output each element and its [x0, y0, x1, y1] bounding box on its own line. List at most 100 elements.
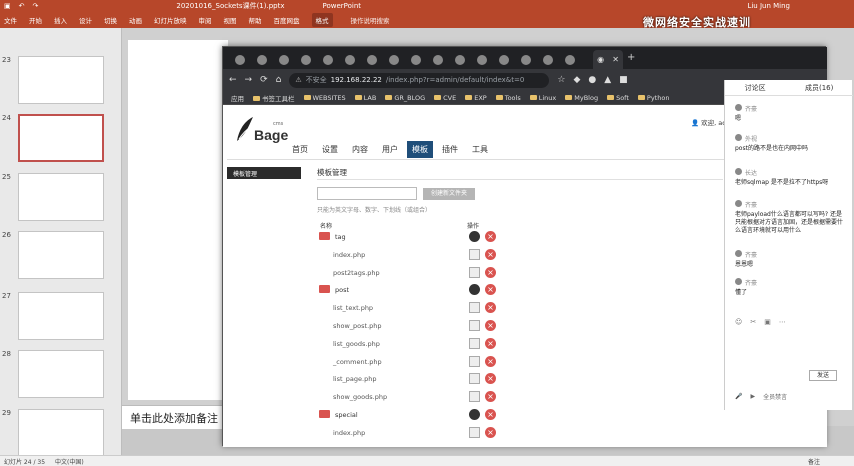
bookmark-folder[interactable]: WEBSITES [304, 94, 346, 102]
nav-item-templates[interactable]: 模板 [407, 141, 433, 158]
delete-icon[interactable]: × [485, 320, 496, 331]
mute-all-label[interactable]: 全员禁言 [763, 392, 787, 401]
ribbon-search[interactable]: 操作说明搜索 [351, 15, 390, 25]
delete-icon[interactable]: × [485, 302, 496, 314]
bookmark-folder[interactable]: CVE [434, 94, 456, 102]
home-icon[interactable]: ⌂ [276, 75, 282, 85]
bookmark-folder[interactable]: Linux [530, 94, 557, 102]
notes-pane[interactable]: 单击此处添加备注 [122, 405, 222, 429]
delete-icon[interactable]: × [485, 248, 496, 260]
bookmark-folder[interactable]: MyBlog [565, 94, 598, 102]
browser-tab[interactable] [539, 51, 557, 69]
ribbon-tab-active[interactable]: 格式 [311, 13, 333, 27]
folder-name-input[interactable] [317, 187, 417, 200]
ribbon-tab[interactable]: 动画 [129, 15, 142, 25]
tab-close-icon[interactable]: ✕ [612, 55, 619, 64]
sidebar-item-template-manage[interactable]: 模板管理 [227, 167, 301, 179]
file-name[interactable]: _comment.php [333, 358, 382, 366]
bookmark-folder[interactable]: LAB [355, 94, 377, 102]
browser-tab[interactable] [473, 51, 491, 69]
file-name[interactable]: index.php [333, 251, 365, 259]
browser-tab[interactable] [407, 51, 425, 69]
file-name[interactable]: show_post.php [333, 322, 382, 330]
slide-thumbnail[interactable] [18, 173, 104, 221]
mic-icon[interactable]: 🎤 [735, 393, 742, 400]
file-name[interactable]: list_page.php [333, 375, 376, 383]
ribbon-tab[interactable]: 幻灯片放映 [154, 15, 187, 25]
nav-item-users[interactable]: 用户 [377, 141, 403, 158]
extension-icon[interactable]: ● [588, 75, 596, 85]
extension-icon[interactable]: ◆ [573, 75, 580, 85]
tab-discussion[interactable]: 讨论区 [745, 83, 766, 93]
browser-tab[interactable] [495, 51, 513, 69]
nav-item-settings[interactable]: 设置 [317, 141, 343, 158]
browser-tab[interactable] [561, 51, 579, 69]
bookmark-folder[interactable]: GR_BLOG [385, 94, 425, 102]
slide-thumbnail[interactable] [18, 409, 104, 457]
delete-icon[interactable]: × [485, 231, 496, 242]
bookmark-folder[interactable]: Tools [496, 94, 521, 102]
delete-icon[interactable]: × [485, 409, 496, 420]
edit-file-icon[interactable] [469, 266, 480, 278]
ribbon-tab[interactable]: 帮助 [249, 15, 262, 25]
address-bar[interactable]: ⚠ 不安全 192.168.22.22/index.php?r=admin/de… [289, 72, 550, 88]
scissors-icon[interactable]: ✂ [750, 318, 756, 326]
file-name[interactable]: list_text.php [333, 304, 373, 312]
slide-canvas[interactable] [128, 40, 228, 400]
slide-thumbnail[interactable] [18, 350, 104, 398]
slide-thumbnail[interactable] [18, 56, 104, 104]
add-file-icon[interactable] [469, 284, 480, 296]
browser-tab[interactable] [363, 51, 381, 69]
browser-tab-active[interactable]: ◉ ✕ [593, 50, 623, 69]
edit-file-icon[interactable] [469, 391, 480, 403]
delete-icon[interactable]: × [485, 426, 496, 438]
edit-file-icon[interactable] [469, 302, 480, 314]
create-folder-button[interactable]: 创建新文件夹 [423, 188, 475, 200]
ribbon-tab[interactable]: 设计 [79, 15, 92, 25]
browser-tab[interactable] [253, 51, 271, 69]
ppt-user-name[interactable]: Liu Jun Ming [747, 2, 790, 10]
edit-file-icon[interactable] [469, 355, 480, 367]
new-tab-icon[interactable]: + [627, 52, 635, 63]
browser-tab[interactable] [451, 51, 469, 69]
extension-icon[interactable]: ■ [619, 75, 628, 85]
file-name[interactable]: list_goods.php [333, 340, 380, 348]
delete-icon[interactable]: × [485, 337, 496, 349]
browser-tab[interactable] [275, 51, 293, 69]
file-name[interactable]: index.php [333, 429, 365, 437]
image-icon[interactable]: ▣ [764, 318, 771, 326]
extension-icon[interactable]: ▲ [604, 75, 611, 85]
nav-item-tools[interactable]: 工具 [467, 141, 493, 158]
file-name[interactable]: show_goods.php [333, 393, 387, 401]
slide-thumbnail-panel[interactable]: 23 24 25 26 27 28 29 [0, 28, 122, 457]
slide-thumbnail[interactable] [18, 292, 104, 340]
ribbon-tab[interactable]: 插入 [54, 15, 67, 25]
edit-file-icon[interactable] [469, 248, 480, 260]
ppt-save-icon[interactable]: ▣ [4, 2, 11, 10]
ribbon-tab[interactable]: 审阅 [199, 15, 212, 25]
ppt-redo-icon[interactable]: ↷ [33, 2, 39, 10]
send-button[interactable]: 发送 [809, 370, 837, 381]
bookmark-folder[interactable]: EXP [465, 94, 486, 102]
back-icon[interactable]: ← [229, 75, 237, 85]
site-logo[interactable]: cms Bage [235, 115, 295, 149]
delete-icon[interactable]: × [485, 284, 496, 296]
more-icon[interactable]: ⋯ [779, 318, 786, 326]
ribbon-tab[interactable]: 视图 [224, 15, 237, 25]
delete-icon[interactable]: × [485, 391, 496, 403]
bookmark-folder[interactable]: 书签工具栏 [253, 93, 295, 103]
slide-thumbnail-selected[interactable] [18, 114, 104, 162]
edit-file-icon[interactable] [469, 320, 480, 331]
browser-tab[interactable] [385, 51, 403, 69]
folder-name[interactable]: special [335, 411, 358, 419]
edit-file-icon[interactable] [469, 337, 480, 349]
camera-icon[interactable]: ▶ [750, 393, 755, 400]
nav-item-plugins[interactable]: 插件 [437, 141, 463, 158]
reload-icon[interactable]: ⟳ [260, 75, 268, 85]
ribbon-tab[interactable]: 开始 [29, 15, 42, 25]
ppt-undo-icon[interactable]: ↶ [19, 2, 25, 10]
folder-name[interactable]: post [335, 286, 349, 294]
add-file-icon[interactable] [469, 409, 480, 420]
browser-tab[interactable] [297, 51, 315, 69]
folder-name[interactable]: tag [335, 233, 346, 241]
